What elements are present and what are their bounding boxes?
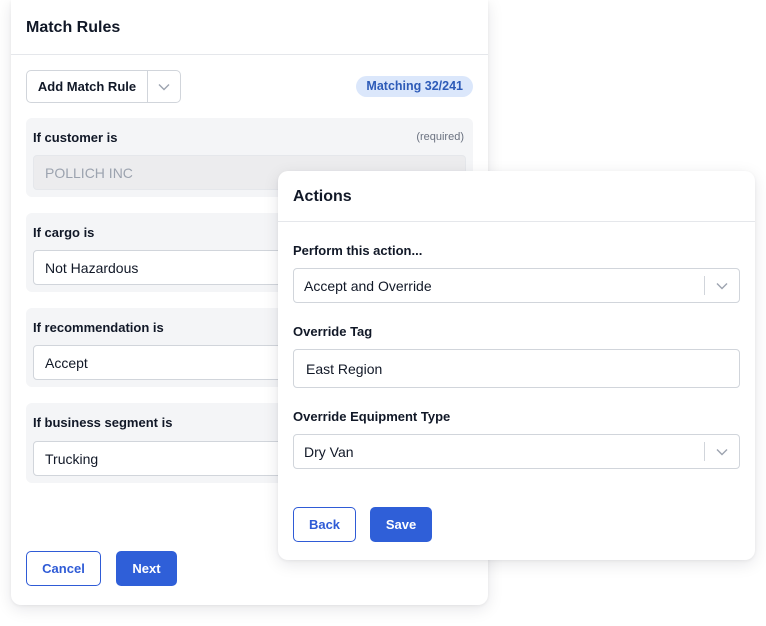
actions-panel: Actions Perform this action... Accept an…	[278, 171, 755, 560]
business-segment-select-value: Trucking	[45, 450, 99, 467]
next-button[interactable]: Next	[116, 551, 177, 586]
rule-customer-label: If customer is	[33, 130, 118, 145]
add-match-rule-dropdown-toggle[interactable]	[148, 71, 180, 102]
header-divider	[11, 54, 488, 55]
perform-action-label: Perform this action...	[293, 243, 423, 258]
chevron-down-icon	[158, 83, 170, 90]
customer-select-value: POLLICH INC	[45, 164, 133, 181]
override-tag-input[interactable]: East Region	[293, 349, 740, 388]
back-button[interactable]: Back	[293, 507, 356, 542]
recommendation-select-value: Accept	[45, 354, 88, 371]
matching-count-badge: Matching 32/241	[356, 76, 473, 97]
override-equipment-label: Override Equipment Type	[293, 409, 451, 424]
override-equipment-caret[interactable]	[705, 448, 739, 456]
override-equipment-select[interactable]: Dry Van	[293, 434, 740, 469]
override-tag-value: East Region	[306, 360, 383, 377]
rule-business-segment-label: If business segment is	[33, 415, 173, 430]
override-tag-label: Override Tag	[293, 324, 373, 339]
actions-title: Actions	[293, 188, 352, 205]
add-match-rule-button[interactable]: Add Match Rule	[27, 71, 148, 102]
chevron-down-icon	[716, 448, 728, 455]
perform-action-caret[interactable]	[705, 282, 739, 290]
add-match-rule-split-button: Add Match Rule	[26, 70, 181, 103]
cargo-select-value: Not Hazardous	[45, 259, 139, 276]
cancel-button[interactable]: Cancel	[26, 551, 101, 586]
match-rules-title: Match Rules	[26, 19, 121, 36]
required-indicator: (required)	[416, 131, 464, 143]
rule-cargo-label: If cargo is	[33, 225, 95, 240]
perform-action-select[interactable]: Accept and Override	[293, 268, 740, 303]
actions-header-divider	[278, 221, 755, 222]
override-equipment-value: Dry Van	[304, 443, 354, 460]
rule-recommendation-label: If recommendation is	[33, 320, 164, 335]
save-button[interactable]: Save	[370, 507, 432, 542]
perform-action-value: Accept and Override	[304, 277, 432, 294]
chevron-down-icon	[716, 282, 728, 289]
